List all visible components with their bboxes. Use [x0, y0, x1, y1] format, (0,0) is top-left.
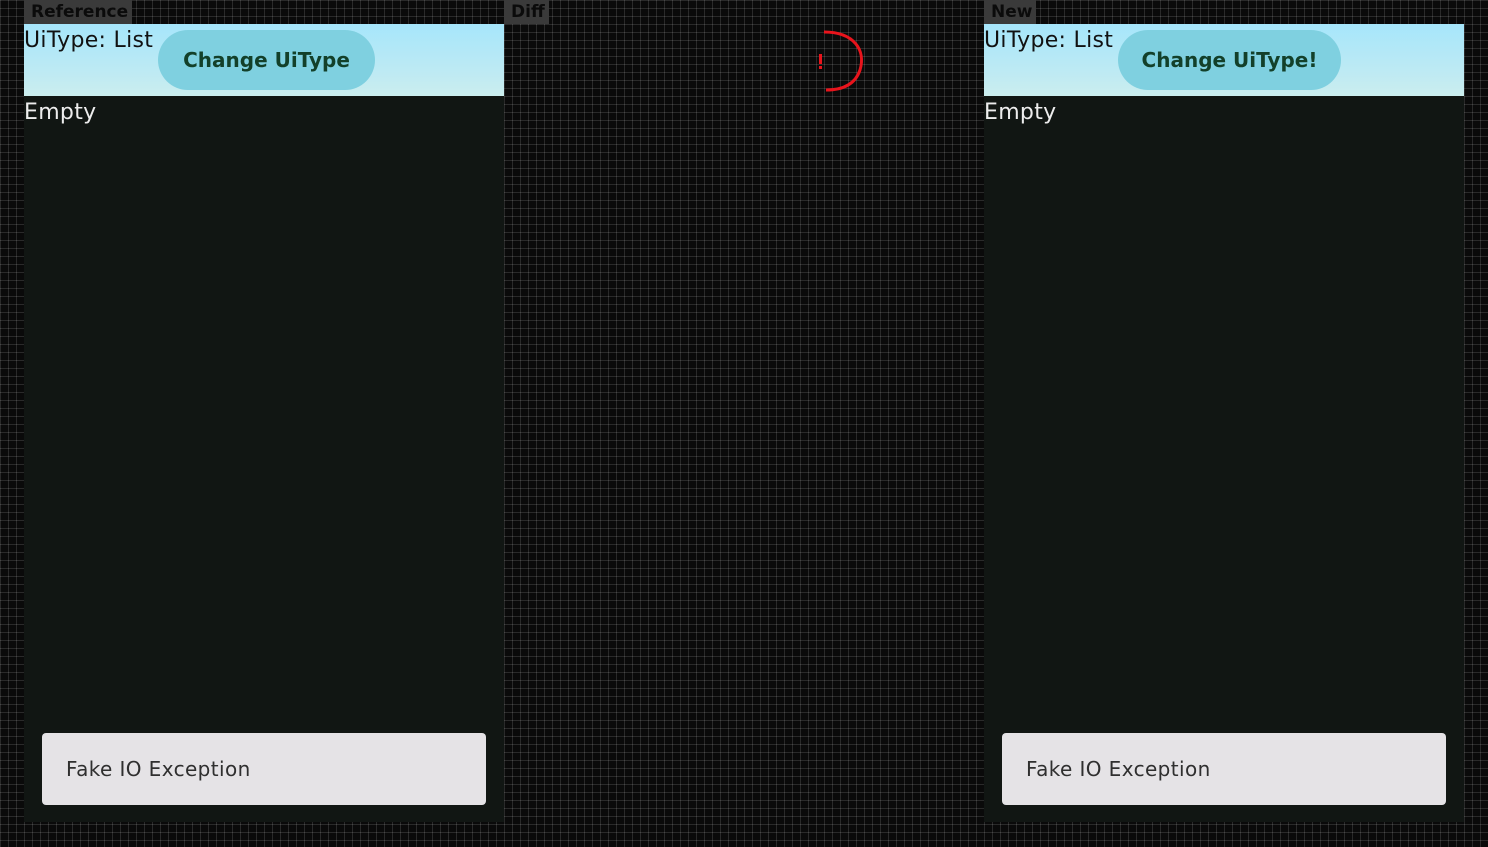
- reference-uitype-text: UiType: List: [24, 28, 154, 53]
- reference-top-bar: UiType: List Change UiType: [24, 24, 504, 96]
- reference-snackbar: Fake IO Exception: [42, 733, 486, 805]
- new-change-uitype-button[interactable]: Change UiType!: [1118, 30, 1341, 90]
- reference-panel-label: Reference: [24, 0, 133, 24]
- diff-highlight-marker: [819, 30, 863, 92]
- new-top-bar: UiType: List Change UiType!: [984, 24, 1464, 96]
- new-empty-text: Empty: [984, 100, 1057, 125]
- reference-screen: UiType: List Change UiType Empty Fake IO…: [24, 24, 504, 822]
- reference-empty-text: Empty: [24, 100, 97, 125]
- new-snackbar: Fake IO Exception: [1002, 733, 1446, 805]
- new-screen: UiType: List Change UiType! Empty Fake I…: [984, 24, 1464, 822]
- new-uitype-text: UiType: List: [984, 28, 1114, 53]
- reference-snackbar-text: Fake IO Exception: [66, 757, 251, 781]
- new-snackbar-text: Fake IO Exception: [1026, 757, 1211, 781]
- diff-panel-label: Diff: [504, 0, 549, 24]
- new-panel-label: New: [984, 0, 1037, 24]
- reference-change-uitype-button[interactable]: Change UiType: [158, 30, 375, 90]
